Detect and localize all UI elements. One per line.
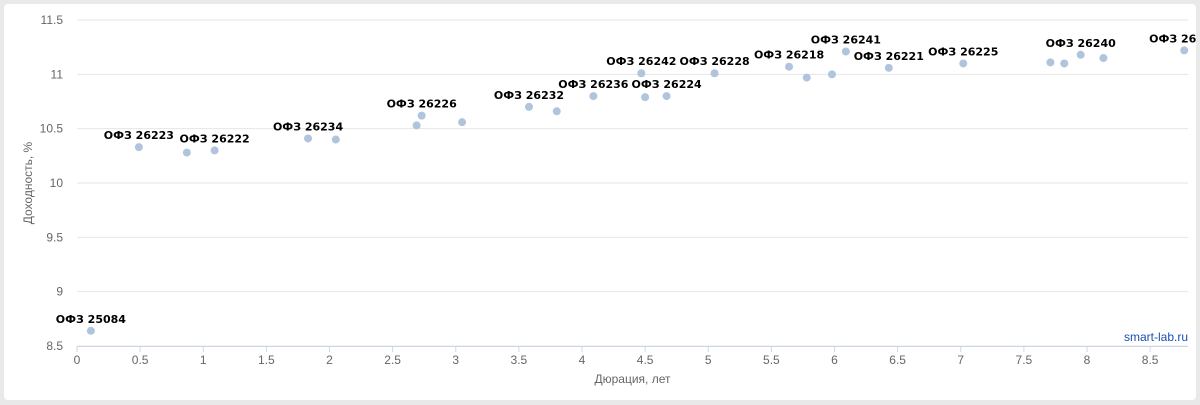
- x-tick-label: 4.5: [637, 353, 654, 367]
- y-tick-label: 11: [51, 67, 64, 81]
- data-point[interactable]: [552, 107, 561, 116]
- data-point[interactable]: [1060, 59, 1069, 68]
- x-tick-label: 2: [326, 353, 333, 367]
- y-tick-label: 9: [56, 285, 63, 299]
- x-tick-label: 5: [705, 353, 712, 367]
- data-point[interactable]: [458, 118, 467, 127]
- data-point[interactable]: [524, 102, 533, 111]
- point-label: ОФЗ 26241: [811, 34, 881, 47]
- y-axis-title: Доходность, %: [21, 141, 35, 224]
- data-point[interactable]: [662, 92, 671, 101]
- x-tick-label: 3: [452, 353, 459, 367]
- point-labels: ОФЗ 25084 ОФЗ 26223 ОФЗ 26222 ОФЗ 26234 ОФЗ …: [56, 32, 1196, 325]
- data-point[interactable]: [86, 326, 95, 335]
- point-label: ОФЗ 26242: [606, 55, 676, 68]
- data-point[interactable]: [841, 47, 850, 56]
- data-point[interactable]: [210, 146, 219, 155]
- x-tick-label: 6: [831, 353, 838, 367]
- data-point[interactable]: [417, 111, 426, 120]
- x-tick-label: 6.5: [889, 353, 906, 367]
- x-tick-label: 0.5: [132, 353, 149, 367]
- point-label: ОФЗ 25084: [56, 313, 127, 326]
- data-point[interactable]: [1046, 58, 1055, 67]
- point-label: ОФЗ 26240: [1046, 37, 1117, 50]
- x-tick-label: 8: [1084, 353, 1091, 367]
- x-tick-label: 2.5: [384, 353, 401, 367]
- grid-lines: [77, 19, 1188, 347]
- data-point[interactable]: [134, 143, 143, 152]
- point-label: ОФЗ 26222: [180, 132, 250, 145]
- point-label: ОФЗ 26238: [1149, 32, 1196, 45]
- chart-container: 0 0.5 1 1.5 2 2.5 3 3.5 4 4.5 5 5.5 6 6.5 7 7.5 8 8.5 8.5…: [4, 4, 1196, 400]
- point-label: ОФЗ 26218: [754, 49, 824, 62]
- x-tick-label: 1: [200, 353, 207, 367]
- data-point[interactable]: [785, 62, 794, 71]
- point-label: ОФЗ 26234: [273, 120, 344, 133]
- x-tick-label: 0: [74, 353, 81, 367]
- data-point[interactable]: [637, 69, 646, 78]
- x-tick-label: 7: [957, 353, 964, 367]
- x-tick-label: 1.5: [258, 353, 275, 367]
- x-axis-title: Дюрация, лет: [595, 372, 671, 386]
- x-tick-label: 3.5: [511, 353, 528, 367]
- data-point[interactable]: [589, 92, 598, 101]
- data-point[interactable]: [331, 135, 340, 144]
- point-label: ОФЗ 26224: [631, 78, 702, 91]
- y-axis: 8.5 9 9.5 10 10.5 11 11.5: [40, 13, 64, 353]
- point-label: ОФЗ 26232: [494, 89, 564, 102]
- data-point[interactable]: [884, 63, 893, 72]
- data-point[interactable]: [412, 121, 421, 130]
- y-tick-label: 11.5: [41, 13, 64, 27]
- data-point[interactable]: [827, 70, 836, 79]
- data-point[interactable]: [1076, 50, 1085, 59]
- data-point[interactable]: [1180, 46, 1189, 55]
- y-tick-label: 8.5: [46, 339, 63, 353]
- y-tick-label: 10.5: [40, 122, 64, 136]
- x-tick-label: 5.5: [763, 353, 780, 367]
- y-tick-label: 9.5: [46, 230, 63, 244]
- x-tick-label: 8.5: [1142, 353, 1159, 367]
- point-label: ОФЗ 26225: [928, 45, 998, 58]
- data-point[interactable]: [182, 148, 191, 157]
- data-point[interactable]: [641, 93, 650, 102]
- y-tick-label: 10: [50, 176, 64, 190]
- data-point[interactable]: [959, 59, 968, 68]
- scatter-chart: 0 0.5 1 1.5 2 2.5 3 3.5 4 4.5 5 5.5 6 6.5 7 7.5 8 8.5 8.5…: [21, 13, 1196, 386]
- x-tick-label: 4: [579, 353, 586, 367]
- data-point[interactable]: [304, 134, 313, 143]
- credit-link[interactable]: smart-lab.ru: [1124, 330, 1188, 344]
- x-tick-label: 7.5: [1016, 353, 1033, 367]
- point-label: ОФЗ 26236: [558, 78, 629, 91]
- point-label: ОФЗ 26226: [387, 98, 458, 111]
- data-point[interactable]: [710, 69, 719, 78]
- data-point[interactable]: [802, 73, 811, 82]
- point-label: ОФЗ 26223: [104, 129, 174, 142]
- point-label: ОФЗ 26221: [854, 50, 924, 63]
- point-label: ОФЗ 26228: [679, 55, 749, 68]
- data-point[interactable]: [1099, 54, 1108, 63]
- x-axis: 0 0.5 1 1.5 2 2.5 3 3.5 4 4.5 5 5.5 6 6.5 7 7.5 8 8.5: [74, 346, 1188, 367]
